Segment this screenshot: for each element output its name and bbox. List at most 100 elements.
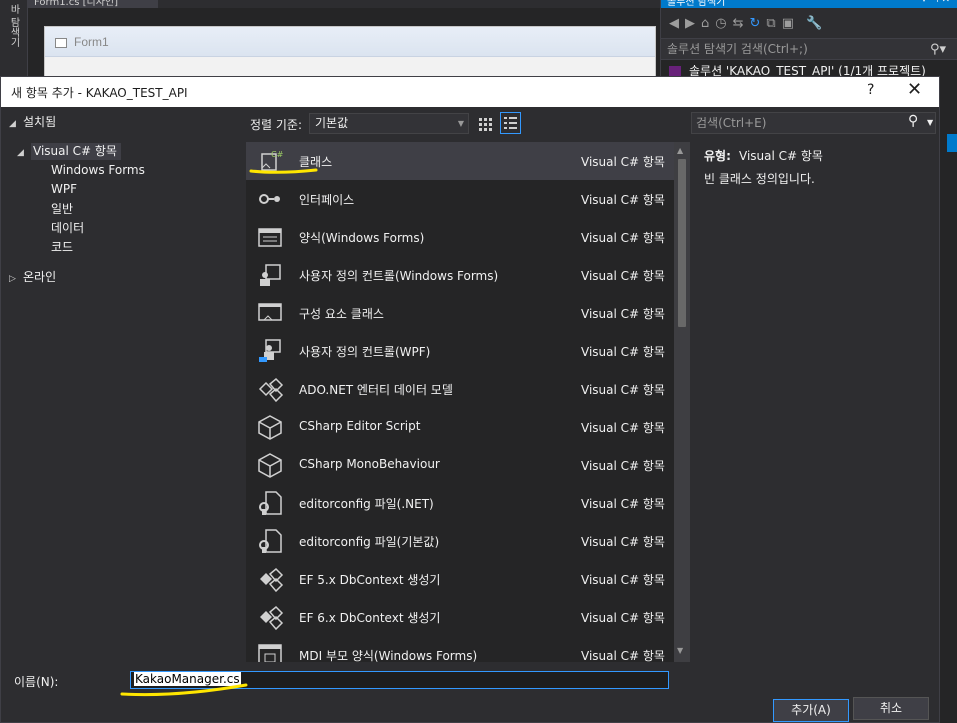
- dropdown-caret-icon: ▼: [457, 119, 464, 128]
- template-item-name: EF 6.x DbContext 생성기: [299, 611, 441, 625]
- tree-item-code[interactable]: 코드: [51, 238, 73, 255]
- tree-item-installed[interactable]: ◢ 설치됨: [9, 113, 56, 130]
- template-list-item[interactable]: EF 6.x DbContext 생성기 Visual C# 항목: [246, 598, 674, 636]
- template-item-type: Visual C# 항목: [581, 269, 665, 283]
- pin-icon[interactable]: ▾ ⊣ ✕: [922, 0, 950, 5]
- template-item-name: MDI 부모 양식(Windows Forms): [299, 649, 478, 662]
- add-button[interactable]: 추가(A): [773, 699, 849, 722]
- tree-item-visual-csharp[interactable]: ◢ Visual C# 항목: [17, 142, 121, 160]
- template-list-item[interactable]: editorconfig 파일(.NET) Visual C# 항목: [246, 484, 674, 522]
- grid-view-icon[interactable]: [476, 113, 496, 134]
- ide-form-title: Form1: [74, 35, 109, 49]
- refresh-icon[interactable]: ↻: [750, 16, 761, 31]
- template-item-type: Visual C# 항목: [581, 307, 665, 321]
- template-list-item[interactable]: 사용자 정의 컨트롤(Windows Forms) Visual C# 항목: [246, 256, 674, 294]
- solution-explorer-search[interactable]: 솔루션 탐색기 검색(Ctrl+;) ⚲▾: [661, 38, 957, 60]
- template-list-item[interactable]: ADO.NET 엔터티 데이터 모델 Visual C# 항목: [246, 370, 674, 408]
- tree-item-windows-forms[interactable]: Windows Forms: [51, 163, 145, 177]
- tree-item-label: 일반: [51, 202, 74, 216]
- tree-item-data[interactable]: 데이터: [51, 219, 84, 236]
- ide-left-tab-label[interactable]: 바 탐색기: [6, 4, 21, 47]
- svg-text:C#: C#: [271, 150, 284, 159]
- template-item-name: 클래스: [299, 155, 333, 169]
- template-list-item[interactable]: MDI 부모 양식(Windows Forms) Visual C# 항목: [246, 636, 674, 662]
- tree-item-online-label: 온라인: [23, 270, 57, 284]
- tree-item-label: WPF: [51, 182, 78, 196]
- mdi-form-icon: [256, 642, 284, 662]
- tree-item-general[interactable]: 일반: [51, 200, 73, 217]
- template-list-scrollbar[interactable]: ▲ ▼: [674, 142, 690, 662]
- tree-item-label: 데이터: [51, 221, 85, 235]
- forward-icon[interactable]: ▶: [685, 16, 695, 31]
- template-item-name: ADO.NET 엔터티 데이터 모델: [299, 383, 453, 397]
- template-list-item[interactable]: C# 클래스 Visual C# 항목: [246, 142, 674, 180]
- template-item-type: Visual C# 항목: [581, 345, 665, 359]
- scroll-thumb[interactable]: [678, 159, 686, 327]
- solution-explorer-scroll-marker: [947, 134, 957, 152]
- sort-dropdown[interactable]: 기본값 ▼: [309, 113, 469, 134]
- file-name-input[interactable]: KakaoManager.cs: [130, 671, 669, 689]
- history-icon[interactable]: ◷: [715, 16, 726, 31]
- template-item-type: Visual C# 항목: [581, 383, 665, 397]
- template-list-item[interactable]: CSharp Editor Script Visual C# 항목: [246, 408, 674, 446]
- scroll-down-icon[interactable]: ▼: [677, 646, 683, 655]
- user-control-icon: [256, 262, 284, 288]
- template-item-name: CSharp MonoBehaviour: [299, 457, 440, 471]
- entity-model-icon: [256, 376, 284, 403]
- template-item-name: 사용자 정의 컨트롤(WPF): [299, 345, 431, 359]
- template-item-name: CSharp Editor Script: [299, 419, 421, 433]
- scroll-up-icon[interactable]: ▲: [677, 146, 683, 155]
- tree-item-online[interactable]: ▷ 온라인: [9, 268, 56, 285]
- template-list-item[interactable]: EF 5.x DbContext 생성기 Visual C# 항목: [246, 560, 674, 598]
- home-icon[interactable]: ⌂: [701, 16, 709, 31]
- template-list-item[interactable]: editorconfig 파일(기본값) Visual C# 항목: [246, 522, 674, 560]
- template-list-item[interactable]: CSharp MonoBehaviour Visual C# 항목: [246, 446, 674, 484]
- template-list: C# 클래스 Visual C# 항목 인터페이스 Visual C# 항목 양식(Win…: [246, 142, 674, 662]
- template-search-input[interactable]: 검색(Ctrl+E): [691, 112, 936, 134]
- template-list-item[interactable]: 양식(Windows Forms) Visual C# 항목: [246, 218, 674, 256]
- ide-form-titlebar: Form1: [45, 27, 655, 57]
- template-list-item[interactable]: 구성 요소 클래스 Visual C# 항목: [246, 294, 674, 332]
- cancel-button[interactable]: 취소: [853, 697, 929, 720]
- template-item-type: Visual C# 항목: [581, 459, 665, 473]
- solution-explorer-title: 솔루션 탐색기: [667, 0, 726, 8]
- help-button[interactable]: ?: [867, 82, 874, 98]
- tree-item-label: Windows Forms: [51, 163, 145, 177]
- template-item-type: Visual C# 항목: [581, 231, 665, 245]
- sort-dropdown-value: 기본값: [315, 116, 349, 130]
- template-item-name: 인터페이스: [299, 193, 355, 207]
- unity-cube-icon: [256, 414, 284, 440]
- close-button[interactable]: ✕: [907, 79, 922, 100]
- properties-wrench-icon[interactable]: 🔧: [806, 16, 822, 31]
- template-item-name: editorconfig 파일(기본값): [299, 535, 440, 549]
- component-class-icon: [256, 300, 284, 326]
- tree-item-installed-label: 설치됨: [23, 115, 57, 129]
- search-options-caret-icon[interactable]: ▼: [927, 118, 933, 127]
- collapse-all-icon[interactable]: ⧉: [766, 16, 775, 31]
- add-button-label: 추가(A): [791, 703, 831, 717]
- collapsed-arrow-icon[interactable]: ▷: [9, 274, 23, 284]
- list-view-icon[interactable]: [500, 112, 521, 134]
- tree-item-wpf[interactable]: WPF: [51, 182, 77, 196]
- back-icon[interactable]: ◀: [669, 16, 679, 31]
- name-label: 이름(N):: [14, 675, 59, 689]
- sync-icon[interactable]: ⇆: [733, 16, 744, 31]
- template-item-name: EF 5.x DbContext 생성기: [299, 573, 441, 587]
- template-list-item[interactable]: 인터페이스 Visual C# 항목: [246, 180, 674, 218]
- search-icon[interactable]: ⚲▾: [930, 40, 946, 60]
- template-list-item[interactable]: 사용자 정의 컨트롤(WPF) Visual C# 항목: [246, 332, 674, 370]
- template-item-type: Visual C# 항목: [581, 611, 665, 625]
- tree-item-visual-csharp-label: Visual C# 항목: [31, 143, 121, 160]
- form-icon: [256, 224, 284, 250]
- template-item-type: Visual C# 항목: [581, 573, 665, 587]
- ide-document-tab[interactable]: Form1.cs [디자인]: [28, 0, 158, 8]
- show-all-files-icon[interactable]: ▣: [782, 16, 794, 31]
- class-icon: C#: [256, 148, 284, 174]
- expanded-arrow-icon[interactable]: ◢: [17, 148, 31, 158]
- expanded-arrow-icon[interactable]: ◢: [9, 119, 23, 129]
- template-item-type: Visual C# 항목: [581, 649, 665, 662]
- search-icon[interactable]: ⚲: [908, 113, 918, 129]
- detail-type-value: Visual C# 항목: [739, 149, 823, 163]
- solution-explorer-toolbar: ◀ ▶ ⌂ ◷ ⇆ ↻ ⧉ ▣ 🔧: [661, 8, 957, 38]
- category-tree: ◢ 설치됨 ◢ Visual C# 항목 Windows Forms WPF 일반 …: [1, 107, 245, 659]
